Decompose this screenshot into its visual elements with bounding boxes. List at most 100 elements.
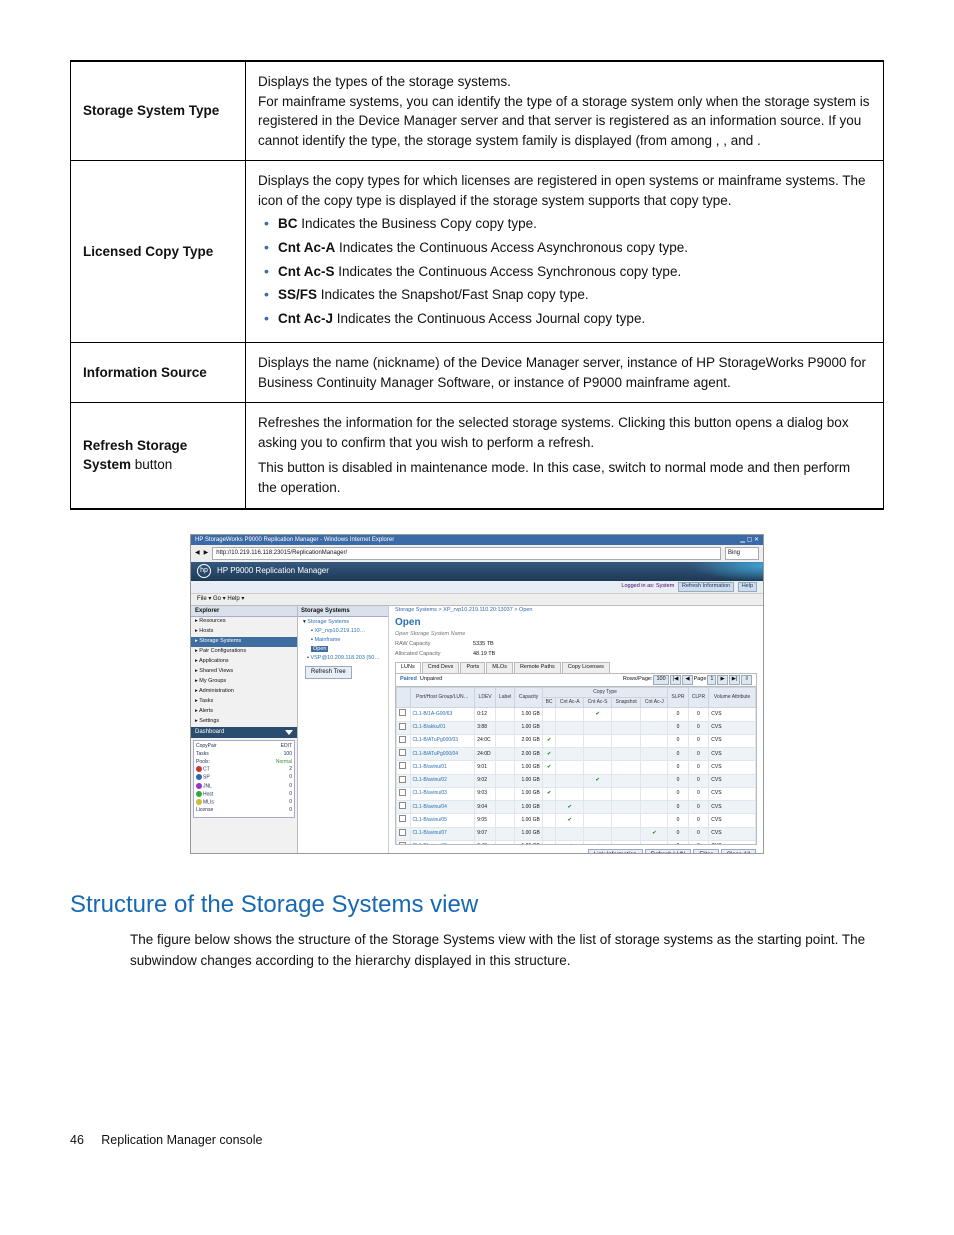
tab[interactable]: Copy Licenses	[562, 662, 610, 673]
nav-back-icon[interactable]: ◀	[195, 549, 200, 558]
dashboard-header[interactable]: Dashboard	[191, 727, 297, 738]
export-icon[interactable]: ⇩	[741, 675, 752, 685]
row-checkbox[interactable]	[399, 749, 406, 756]
tree-item[interactable]: • Mainframe	[303, 637, 385, 645]
page-title: Open	[389, 616, 763, 631]
row-checkbox[interactable]	[399, 736, 406, 743]
tree-header: Storage Systems	[298, 606, 388, 618]
window-title-bar: HP StorageWorks P9000 Replication Manage…	[191, 535, 763, 546]
page-num[interactable]: 1	[707, 675, 716, 685]
nav-item[interactable]: ▸ Settings	[191, 717, 297, 727]
table-row[interactable]: CL1-B/avinu/059:051.00 GB✔00CVS	[397, 814, 756, 827]
row-checkbox[interactable]	[399, 802, 406, 809]
footer-button[interactable]: Filter	[693, 849, 718, 854]
hp-logo-icon: hp	[197, 564, 211, 578]
table-row[interactable]: CL1-B/avinu/039:031.00 GB✔00CVS	[397, 787, 756, 800]
chevron-icon	[285, 730, 293, 735]
dashboard-panel: CopyPairEDIT Tasks100 Pools:Normal CT2SP…	[193, 740, 295, 818]
row-checkbox[interactable]	[399, 709, 406, 716]
tree-item[interactable]: • VSP@10.209.118.203 (50…	[303, 655, 385, 663]
nav-item[interactable]: ▸ Applications	[191, 657, 297, 667]
page-footer: 46 Replication Manager console	[70, 1131, 884, 1149]
main-pane: Storage Systems > XP_rvp10.219.110.20:13…	[389, 606, 763, 854]
filter-paired[interactable]: Paired	[400, 676, 417, 682]
first-page-icon[interactable]: |◀	[670, 675, 682, 685]
tree-item[interactable]: Open	[303, 646, 385, 654]
dash-row: Host0	[196, 791, 292, 799]
row-checkbox[interactable]	[399, 829, 406, 836]
footer-buttons: Link InformationRefresh LUNFilterClose A…	[389, 847, 763, 854]
prev-page-icon[interactable]: ◀	[682, 675, 692, 685]
table-row[interactable]: CL1-B/avinu/029:021.00 GB✔00CVS	[397, 774, 756, 787]
nav-item[interactable]: ▸ Resources	[191, 617, 297, 627]
nav-list: ▸ Resources▸ Hosts▸ Storage Systems▸ Pai…	[191, 617, 297, 727]
nav-fwd-icon[interactable]: ▶	[204, 549, 209, 558]
table-row[interactable]: CL1-B/1A-G00/630:121.00 GB✔00CVS	[397, 708, 756, 721]
footer-button[interactable]: Close All	[721, 849, 756, 854]
definition-table: Storage System Type Displays the types o…	[70, 60, 884, 510]
row-checkbox[interactable]	[399, 762, 406, 769]
explorer-column: Explorer ▸ Resources▸ Hosts▸ Storage Sys…	[191, 606, 298, 854]
nav-item[interactable]: ▸ Administration	[191, 687, 297, 697]
copy-types-list: BC Indicates the Business Copy copy type…	[264, 214, 871, 328]
next-page-icon[interactable]: ▶	[717, 675, 727, 685]
nav-item[interactable]: ▸ Storage Systems	[191, 637, 297, 647]
table-row[interactable]: CL1-B/akku/013:881.00 GB00CVS	[397, 721, 756, 734]
luns-grid: Port/Host Group/LUN…LDEVLabelCapacityCop…	[396, 687, 756, 845]
tab[interactable]: Ports	[460, 662, 485, 673]
tab[interactable]: LUNs	[395, 662, 421, 673]
status-icon	[196, 799, 202, 805]
status-icon	[196, 774, 202, 780]
nav-item[interactable]: ▸ Shared Views	[191, 667, 297, 677]
row-desc: Displays the copy types for which licens…	[246, 161, 884, 343]
status-icon	[196, 766, 202, 772]
tree-item[interactable]: ▾ Storage Systems	[303, 619, 385, 627]
table-row[interactable]: CL1-B/ATuPg000/0424:0D2.00 GB✔00CVS	[397, 748, 756, 761]
dash-row: JNL0	[196, 783, 292, 791]
footer-button[interactable]: Refresh LUN	[645, 849, 692, 854]
rows-per-page[interactable]: 100	[653, 675, 668, 685]
nav-item[interactable]: ▸ Hosts	[191, 627, 297, 637]
table-row[interactable]: CL1-B/avinu/489:481.00 GB✔✔00CVS	[397, 840, 756, 845]
row-checkbox[interactable]	[399, 776, 406, 783]
table-row[interactable]: CL1-B/avinu/079:071.00 GB✔00CVS	[397, 827, 756, 840]
nav-item[interactable]: ▸ Alerts	[191, 707, 297, 717]
row-checkbox[interactable]	[399, 789, 406, 796]
address-bar: ◀ ▶ http://10.219.116.118:23015/Replicat…	[191, 545, 763, 562]
status-icon	[196, 791, 202, 797]
url-field[interactable]: http://10.219.116.118:23015/ReplicationM…	[212, 547, 721, 560]
explorer-header: Explorer	[191, 606, 297, 618]
refresh-tree-button[interactable]: Refresh Tree	[305, 666, 352, 679]
login-row: Logged in as: System Refresh Information…	[191, 581, 763, 594]
breadcrumb[interactable]: Storage Systems > XP_rvp10.219.110.20:13…	[389, 606, 763, 616]
row-checkbox[interactable]	[399, 723, 406, 730]
section-paragraph: The figure below shows the structure of …	[130, 930, 884, 971]
row-label: Information Source	[71, 343, 246, 403]
row-label: Licensed Copy Type	[71, 161, 246, 343]
last-page-icon[interactable]: ▶|	[729, 675, 741, 685]
table-row[interactable]: CL1-B/ATuPg000/0324:0C2.00 GB✔00CVS	[397, 734, 756, 747]
subhead: Open Storage System Name	[395, 631, 465, 637]
footer-button[interactable]: Link Information	[588, 849, 643, 854]
dash-row: CT2	[196, 766, 292, 774]
nav-item[interactable]: ▸ Pair Configurations	[191, 647, 297, 657]
table-row[interactable]: CL1-B/avinu/019:011.00 GB✔00CVS	[397, 761, 756, 774]
help-button[interactable]: Help	[738, 582, 757, 592]
search-box[interactable]: Bing	[725, 547, 759, 560]
tab[interactable]: Remote Paths	[514, 662, 561, 673]
menu-bar[interactable]: File ▾ Go ▾ Help ▾	[191, 594, 763, 606]
tab[interactable]: MLOs	[486, 662, 513, 673]
nav-item[interactable]: ▸ My Groups	[191, 677, 297, 687]
refresh-info-button[interactable]: Refresh Information	[678, 582, 734, 592]
header-swoosh	[643, 562, 763, 580]
filter-unpaired[interactable]: Unpaired	[420, 676, 442, 682]
row-checkbox[interactable]	[399, 842, 406, 845]
table-row[interactable]: CL1-B/avinu/049:041.00 GB✔00CVS	[397, 801, 756, 814]
tree-item[interactable]: • XP_rvp10.219.110…	[303, 628, 385, 636]
window-controls[interactable]: ▁ ▢ ✕	[740, 536, 759, 545]
tab[interactable]: Cmd Devs	[422, 662, 460, 673]
nav-item[interactable]: ▸ Tasks	[191, 697, 297, 707]
grid-wrap[interactable]: Port/Host Group/LUN…LDEVLabelCapacityCop…	[395, 687, 757, 845]
row-checkbox[interactable]	[399, 815, 406, 822]
embedded-screenshot: HP StorageWorks P9000 Replication Manage…	[190, 534, 764, 854]
